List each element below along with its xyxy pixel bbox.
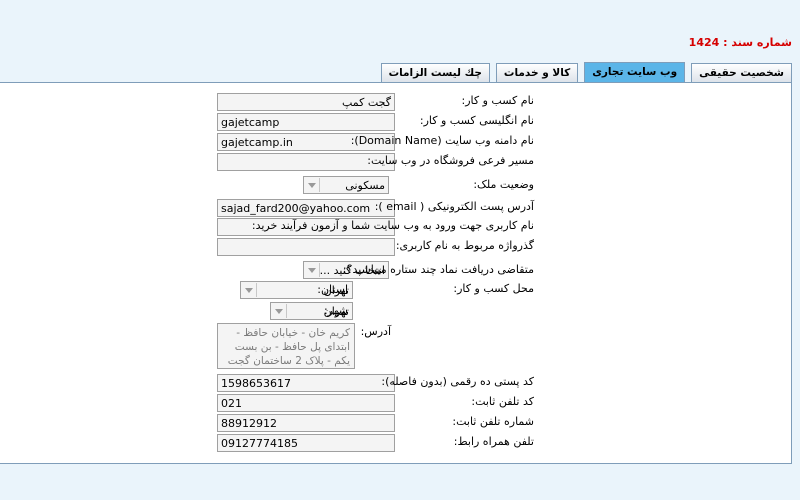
login-password-label: گذرواژه مربوط به نام کاربری: xyxy=(395,239,534,252)
tab-goods-services[interactable]: کالا و خدمات xyxy=(495,63,579,82)
mobile-label: تلفن همراه رابط: xyxy=(453,435,534,448)
ownership-select-value: مسکونی xyxy=(345,178,385,192)
address-label: آدرس: xyxy=(360,325,391,338)
postal-code-label: کد پستی ده رقمی (بدون فاصله): xyxy=(381,375,534,388)
phone-code-field[interactable] xyxy=(217,394,395,412)
star-rating-label: متقاضی دریافت نماد چند ستاره میباشید؟: xyxy=(342,263,534,276)
email-label: آدرس پست الکترونیکی ( email ): xyxy=(374,200,534,213)
form-panel: نام کسب و کار: نام انگلیسی کسب و کار: نا… xyxy=(0,82,792,464)
email-field[interactable] xyxy=(217,199,395,217)
location-section-title: محل کسب و کار: xyxy=(453,282,534,295)
city-label: شهر: xyxy=(323,304,348,317)
tab-personal[interactable]: شخصیت حقیقی xyxy=(691,63,792,82)
document-number: شماره سند : 1424 xyxy=(688,36,792,49)
login-password-field[interactable] xyxy=(217,238,395,256)
store-subpath-label: مسیر فرعی فروشگاه در وب سایت: xyxy=(367,154,534,167)
phone-code-label: کد تلفن ثابت: xyxy=(471,395,534,408)
mobile-field[interactable] xyxy=(217,434,395,452)
ownership-label: وضعیت ملک: xyxy=(473,178,534,191)
business-name-field[interactable] xyxy=(217,93,395,111)
tab-business-website[interactable]: وب سایت تجاری xyxy=(584,62,686,83)
chevron-down-icon xyxy=(305,263,320,277)
postal-code-field[interactable] xyxy=(217,374,395,392)
chevron-down-icon xyxy=(242,283,257,297)
login-username-label: نام کاربری جهت ورود به وب سایت شما و آزم… xyxy=(251,219,534,232)
chevron-down-icon xyxy=(272,304,287,318)
domain-name-label: نام دامنه وب سایت (Domain Name): xyxy=(350,134,534,147)
business-name-en-field[interactable] xyxy=(217,113,395,131)
phone-label: شماره تلفن ثابت: xyxy=(452,415,534,428)
address-field[interactable]: کریم خان - خیابان حافظ - ابتدای پل حافظ … xyxy=(217,323,355,369)
business-name-en-label: نام انگلیسی کسب و کار: xyxy=(419,114,534,127)
tab-requirements-checklist[interactable]: چك ليست الزامات xyxy=(380,63,490,82)
province-label: استان: xyxy=(317,283,348,296)
tab-bar: شخصیت حقیقی وب سایت تجاری کالا و خدمات چ… xyxy=(380,62,792,83)
chevron-down-icon xyxy=(305,178,320,192)
phone-field[interactable] xyxy=(217,414,395,432)
ownership-select[interactable]: مسکونی xyxy=(303,176,389,194)
business-name-label: نام کسب و کار: xyxy=(461,94,534,107)
